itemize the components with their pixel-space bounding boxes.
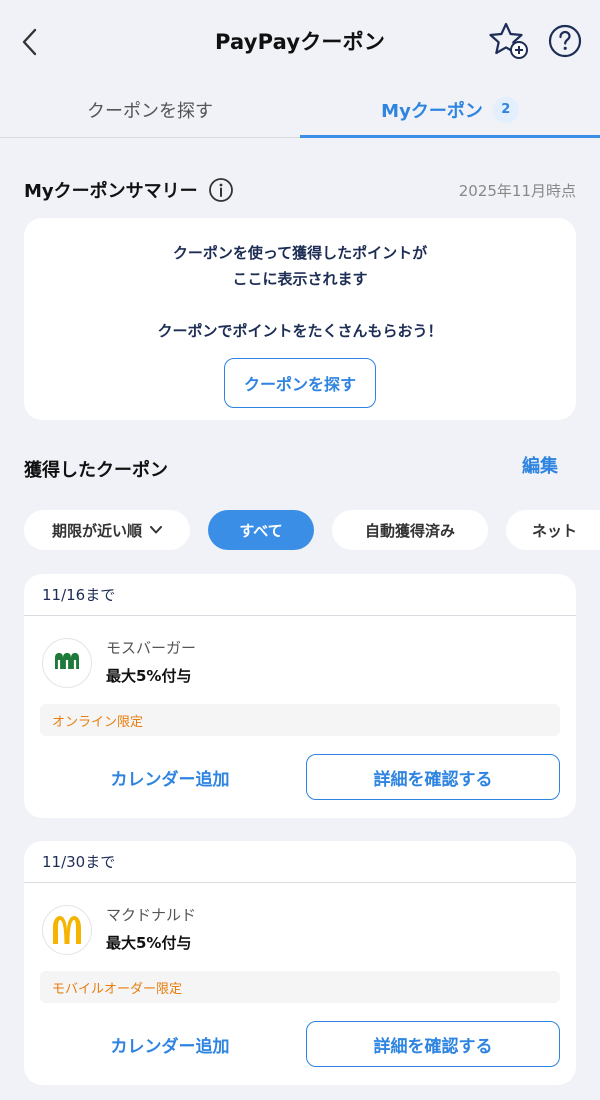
mos-burger-logo: [42, 638, 92, 688]
view-details-button[interactable]: 詳細を確認する: [306, 1021, 560, 1067]
golden-arches-icon: [53, 916, 81, 944]
coupon-benefit: 最大5%付与: [106, 934, 192, 952]
coupon-deadline: 11/30まで: [24, 841, 576, 883]
coupon-card: 11/16まで モスバーガー 最大5%付与 オンライン限定 カレンダー追加 詳細…: [24, 574, 576, 818]
section-title: 獲得したクーポン: [24, 460, 168, 481]
mcdonalds-logo: [42, 905, 92, 955]
summary-info-button[interactable]: [208, 177, 234, 203]
store-name: マクドナルド: [106, 906, 197, 924]
filter-chip-all[interactable]: すべて: [208, 510, 314, 550]
limit-tag: モバイルオーダー限定: [40, 971, 560, 1003]
chevron-left-icon: [22, 28, 37, 56]
limit-tag: オンライン限定: [40, 704, 560, 736]
tab-find-coupons[interactable]: クーポンを探す: [0, 82, 300, 137]
page-title: PayPayクーポン: [214, 30, 386, 54]
summary-message-line: クーポンでポイントをたくさんもらおう！: [157, 322, 443, 340]
sort-dropdown[interactable]: 期限が近い順: [24, 510, 190, 550]
info-circle-icon: [208, 178, 233, 202]
filter-chip-net[interactable]: ネット: [506, 510, 600, 550]
favorite-button[interactable]: [488, 20, 530, 62]
app-header: PayPayクーポン: [0, 0, 600, 82]
tab-label: クーポンを探す: [87, 100, 213, 122]
summary-message-line: ここに表示されます: [232, 270, 368, 288]
question-circle-icon: [548, 24, 582, 58]
tab-my-coupons[interactable]: Myクーポン 2: [300, 82, 600, 138]
summary-header: Myクーポンサマリー 2025年11月時点: [24, 172, 576, 208]
summary-message-line: クーポンを使って獲得したポイントが: [172, 244, 428, 262]
back-button[interactable]: [12, 22, 48, 62]
coupon-card: 11/30まで マクドナルド 最大5%付与 モバイルオーダー限定 カレンダー追加…: [24, 841, 576, 1085]
add-calendar-button[interactable]: カレンダー追加: [40, 1021, 300, 1067]
summary-card: クーポンを使って獲得したポイントが ここに表示されます クーポンでポイントをたく…: [24, 218, 576, 420]
summary-as-of: 2025年11月時点: [458, 181, 576, 200]
help-button[interactable]: [546, 22, 584, 60]
tab-bar: クーポンを探す Myクーポン 2: [0, 82, 600, 138]
coupon-deadline: 11/16まで: [24, 574, 576, 616]
star-plus-icon: [489, 22, 528, 59]
store-name: モスバーガー: [106, 639, 197, 657]
coupon-benefit: 最大5%付与: [106, 667, 192, 685]
page: PayPayクーポン クーポンを探す Myクーポン 2 Myクーポンサマリー 2…: [0, 0, 600, 1100]
view-details-button[interactable]: 詳細を確認する: [306, 754, 560, 800]
edit-button[interactable]: 編集: [522, 452, 558, 478]
find-coupons-button[interactable]: クーポンを探す: [224, 358, 376, 408]
sort-label: 期限が近い順: [51, 521, 142, 540]
tab-label: Myクーポン: [381, 100, 483, 122]
mos-burger-logo-mark: [55, 653, 79, 669]
add-calendar-button[interactable]: カレンダー追加: [40, 754, 300, 800]
filter-chips: 期限が近い順 すべて 自動獲得済み ネット: [24, 510, 600, 552]
filter-chip-auto-acquired[interactable]: 自動獲得済み: [332, 510, 488, 550]
coupon-count-badge: 2: [492, 96, 519, 123]
chevron-down-icon: [150, 526, 162, 534]
summary-title: Myクーポンサマリー: [24, 181, 198, 202]
